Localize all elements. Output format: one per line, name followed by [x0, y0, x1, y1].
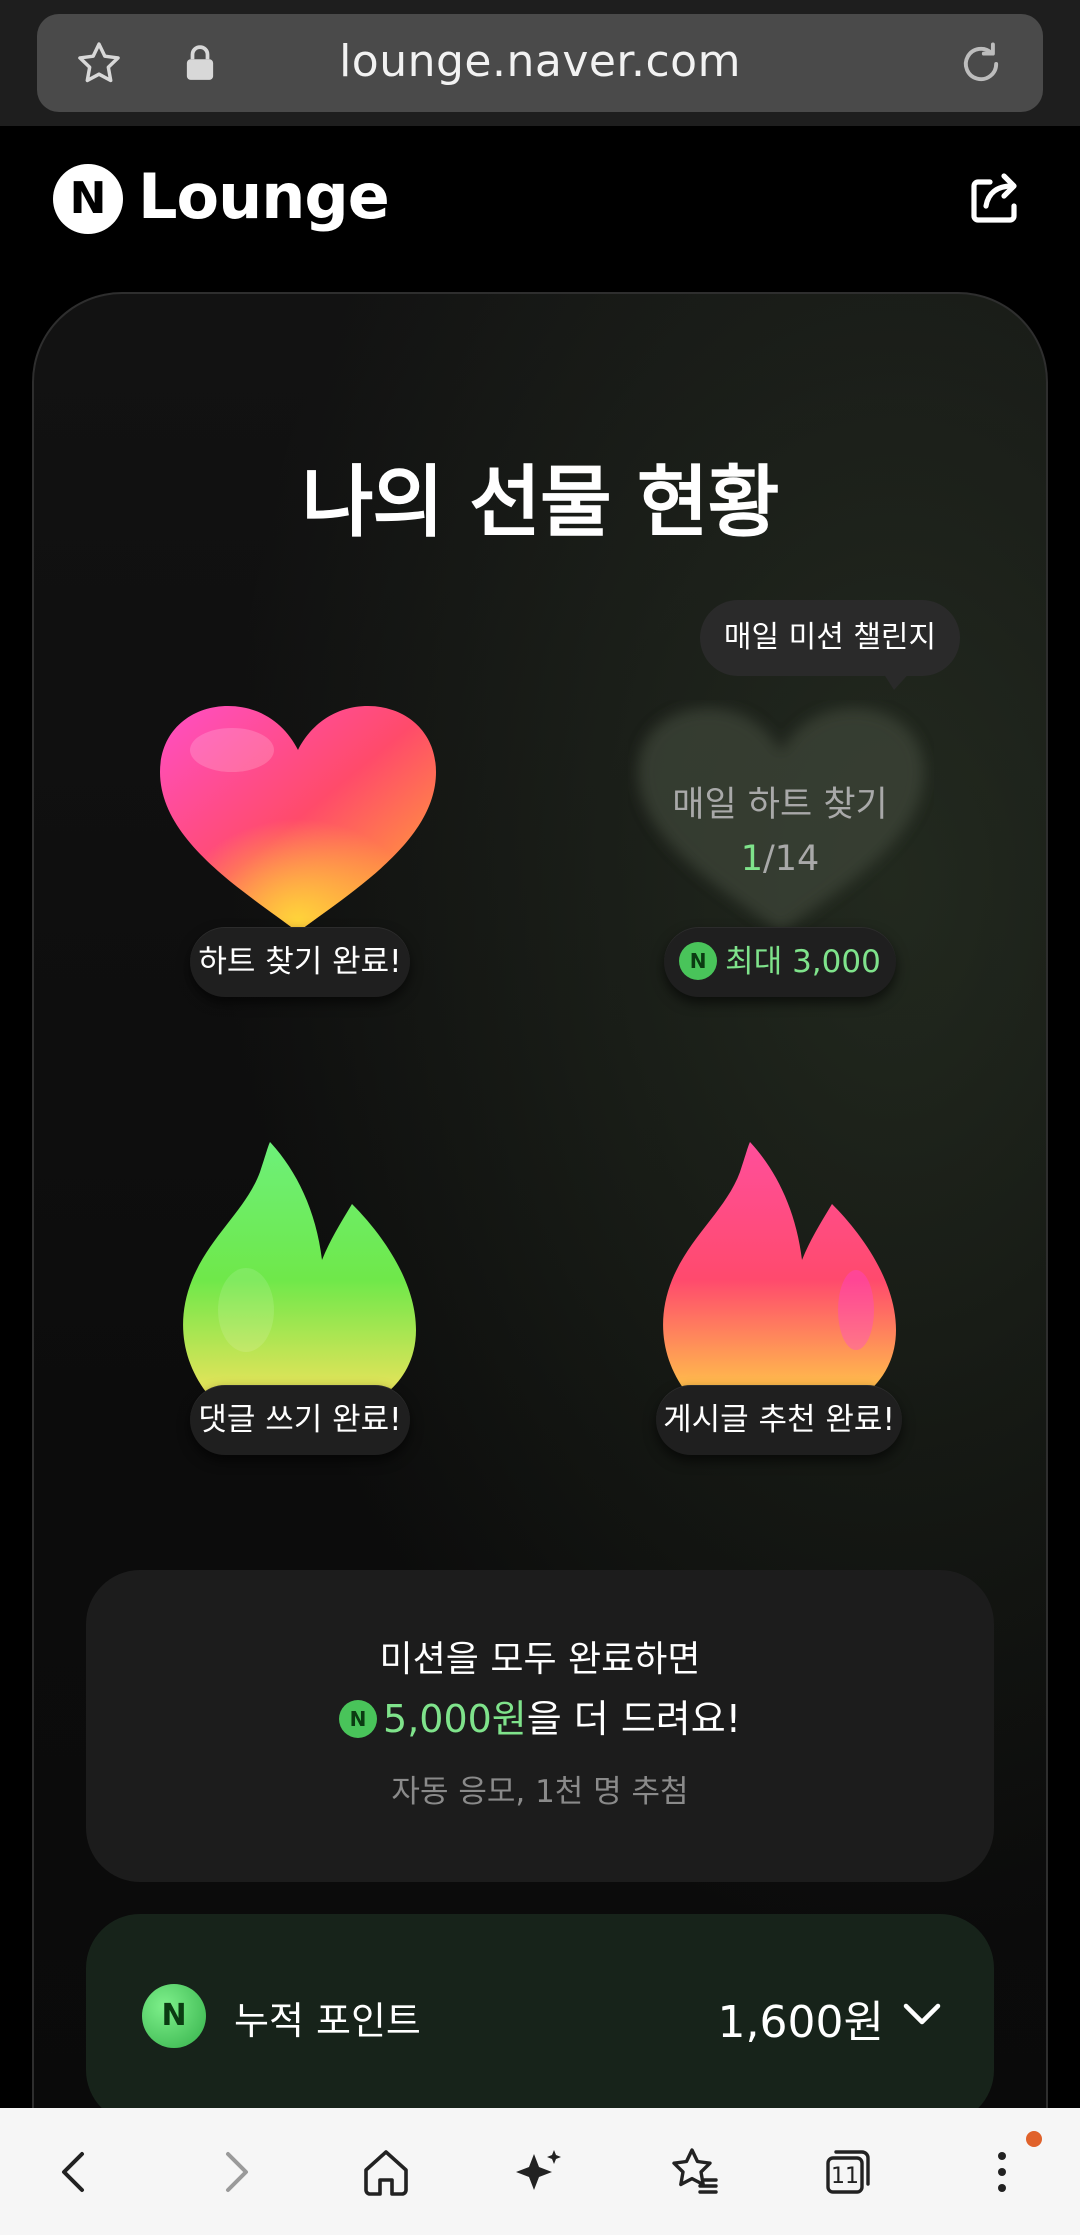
url-text[interactable]: lounge.naver.com [37, 36, 1043, 87]
daily-heart-progress: 매일 하트 찾기 1/14 [640, 778, 920, 886]
tabs-icon: 11 [826, 2150, 870, 2194]
naver-coin-icon: N [142, 1984, 206, 2048]
points-value: 1,600원 [717, 1997, 884, 2048]
sparkle-icon [516, 2150, 561, 2190]
pink-flame-icon[interactable] [656, 1140, 904, 1400]
share-icon[interactable] [964, 166, 1028, 230]
daily-heart-title: 매일 하트 찾기 [672, 785, 888, 825]
site-title[interactable]: Lounge [138, 160, 390, 233]
address-bar[interactable]: lounge.naver.com [37, 14, 1043, 112]
reward-value: 3,000 [792, 944, 881, 980]
naver-coin-icon: N [339, 1699, 378, 1738]
tooltip-tail [880, 668, 914, 690]
back-arrow-icon [62, 2152, 84, 2192]
bookmarks-star-icon [672, 2148, 718, 2194]
browser-bottom-nav: 11 [0, 2108, 1080, 2235]
bonus-line1: 미션을 모두 완료하면 [379, 1639, 701, 1680]
recommend-complete-badge: 게시글 추천 완료! [656, 1385, 902, 1455]
bonus-suffix: 을 더 드려요! [526, 1697, 741, 1741]
progress-current: 1 [740, 839, 763, 879]
tabs-button[interactable]: 11 [810, 2134, 886, 2210]
reload-icon[interactable] [955, 38, 1007, 90]
bonus-amount: 5,000원 [383, 1697, 527, 1741]
page-title: 나의 선물 현황 [301, 458, 780, 548]
max-reward-badge: N 최대 3,000 [664, 927, 896, 997]
bonus-line2: N 5,000원을 더 드려요! [86, 1688, 994, 1743]
reward-prefix: 최대 [725, 944, 793, 980]
forward-button[interactable] [196, 2134, 272, 2210]
forward-arrow-icon [226, 2152, 248, 2192]
ai-assistant-button[interactable] [502, 2134, 578, 2210]
site-header: N Lounge [0, 126, 1080, 272]
chevron-down-icon[interactable] [902, 2000, 942, 2030]
back-button[interactable] [38, 2134, 114, 2210]
bonus-note: 자동 응모, 1천 명 추첨 [391, 1774, 689, 1810]
bookmarks-button[interactable] [656, 2134, 732, 2210]
notification-dot [1026, 2131, 1042, 2147]
accumulated-points-bar[interactable]: N 누적 포인트 1,600원 [86, 1914, 994, 2124]
progress-total: /14 [762, 839, 820, 879]
mission-bonus-box: 미션을 모두 완료하면 N 5,000원을 더 드려요! 자동 응모, 1천 명 … [86, 1570, 994, 1882]
points-label: 누적 포인트 [234, 1999, 421, 2043]
heart-complete-badge: 하트 찾기 완료! [190, 927, 410, 997]
progress-counter: 1/14 [640, 832, 920, 886]
comment-complete-badge: 댓글 쓰기 완료! [190, 1385, 410, 1455]
browser-toolbar: lounge.naver.com [0, 0, 1080, 126]
tab-count: 11 [831, 2164, 859, 2189]
heart-icon[interactable] [152, 700, 444, 940]
green-flame-icon[interactable] [176, 1140, 424, 1400]
naver-logo-icon[interactable]: N [53, 164, 123, 234]
naver-coin-icon: N [679, 941, 718, 980]
home-icon [364, 2150, 408, 2196]
page: lounge.naver.com N Lounge 나의 선물 현황 매일 미션… [0, 0, 1080, 2235]
daily-mission-tooltip: 매일 미션 챌린지 [700, 600, 960, 676]
home-button[interactable] [348, 2134, 424, 2210]
